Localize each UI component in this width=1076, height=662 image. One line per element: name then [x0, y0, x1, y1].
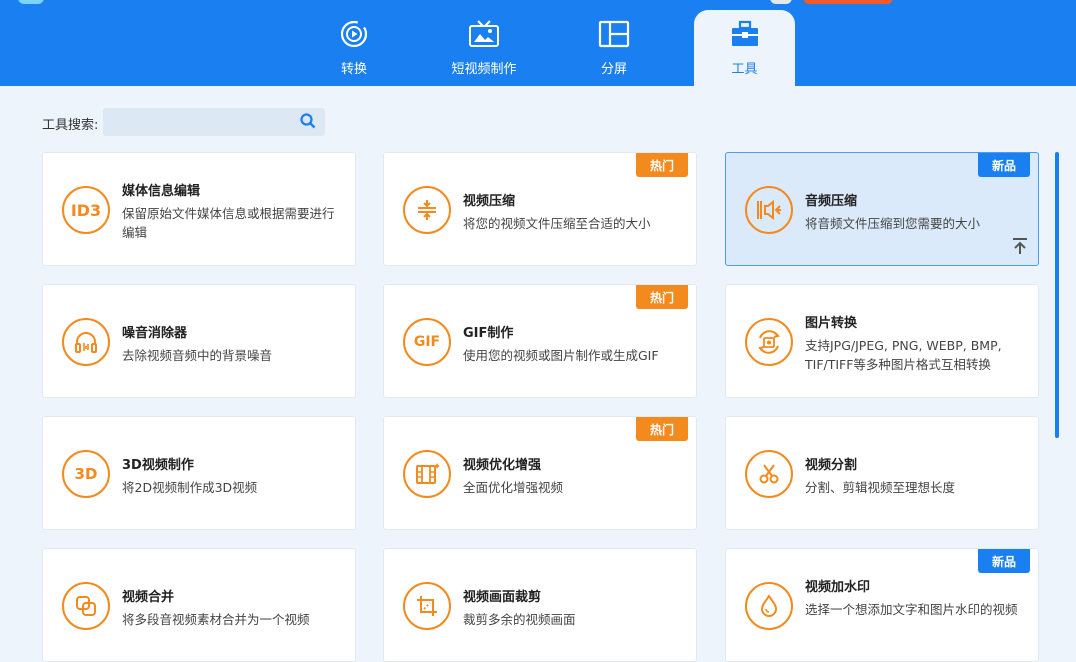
tool-description: 将多段音视频素材合并为一个视频: [122, 612, 310, 627]
tool-title: 噪音消除器: [122, 326, 188, 341]
tool-title: 音频压缩: [805, 194, 858, 209]
crop-icon: [403, 582, 451, 630]
tool-description: 将您的视频文件压缩至合适的大小: [463, 216, 651, 231]
image-convert-icon: [745, 318, 793, 366]
tool-title: 视频画面裁剪: [463, 590, 542, 605]
scrollbar[interactable]: [1055, 152, 1059, 438]
watermark-drop-icon: [745, 582, 793, 630]
tool-card-video-watermark[interactable]: 新品 视频加水印 选择一个想添加文字和图片水印的视频: [725, 548, 1039, 662]
tool-card-video-split[interactable]: 视频分割 分割、剪辑视频至理想长度: [725, 416, 1039, 530]
tool-title: 视频分割: [805, 458, 858, 473]
search-icon[interactable]: [299, 112, 317, 130]
tab-convert-label: 转换: [340, 62, 367, 77]
tool-title: 图片转换: [805, 316, 858, 331]
new-badge: 新品: [978, 549, 1030, 573]
tool-title: 媒体信息编辑: [122, 184, 201, 199]
tool-card-video-merge[interactable]: 视频合并 将多段音视频素材合并为一个视频: [42, 548, 356, 662]
merge-icon: [62, 582, 110, 630]
id3-icon: ID3: [62, 186, 110, 234]
tab-short-video-label: 短视频制作: [451, 62, 517, 77]
tool-description: 裁剪多余的视频画面: [463, 612, 576, 627]
hot-badge: 热门: [636, 285, 688, 309]
tab-short-video[interactable]: 短视频制作: [440, 10, 528, 86]
tool-title: 视频合并: [122, 590, 175, 605]
tab-split-screen[interactable]: 分屏: [574, 10, 654, 86]
tool-title: 3D视频制作: [122, 458, 194, 473]
tool-description: 使用您的视频或图片制作或生成GIF: [463, 348, 659, 363]
tab-split-screen-label: 分屏: [600, 62, 627, 77]
tool-card-noise-remover[interactable]: 噪音消除器 去除视频音频中的背景噪音: [42, 284, 356, 398]
tool-description: 将2D视频制作成3D视频: [122, 480, 258, 495]
tool-card-video-compress[interactable]: 热门 视频压缩 将您的视频文件压缩至合适的大小: [383, 152, 697, 266]
tool-card-image-convert[interactable]: 图片转换 支持JPG/JPEG, PNG, WEBP, BMP, TIF/TIF…: [725, 284, 1039, 398]
audio-compress-icon: [745, 186, 793, 234]
tool-title: 视频压缩: [463, 194, 516, 209]
app-logo: [18, 0, 44, 4]
tool-card-video-enhance[interactable]: 热门 视频优化增强 全面优化增强视频: [383, 416, 697, 530]
tool-title: 视频优化增强: [463, 458, 542, 473]
split-screen-icon: [598, 18, 630, 50]
tool-description: 将音频文件压缩到您需要的大小: [805, 216, 981, 231]
top-bar: [0, 0, 1076, 86]
tool-card-3d-video[interactable]: 3D 3D视频制作 将2D视频制作成3D视频: [42, 416, 356, 530]
tool-card-gif-maker[interactable]: 热门 GIF GIF制作 使用您的视频或图片制作或生成GIF: [383, 284, 697, 398]
film-enhance-icon: [403, 450, 451, 498]
tab-tools-label: 工具: [731, 62, 758, 77]
scroll-to-top-icon[interactable]: [1012, 237, 1028, 255]
tool-card-video-crop[interactable]: 视频画面裁剪 裁剪多余的视频画面: [383, 548, 697, 662]
search-input[interactable]: [103, 108, 325, 136]
tool-description: 支持JPG/JPEG, PNG, WEBP, BMP, TIF/TIFF等多种图…: [805, 338, 1002, 372]
convert-icon: [338, 18, 370, 50]
header-promo-button[interactable]: [803, 0, 893, 4]
tool-description: 去除视频音频中的背景噪音: [122, 348, 273, 363]
tool-description: 选择一个想添加文字和图片水印的视频: [805, 602, 1018, 617]
header-avatar[interactable]: [770, 0, 792, 4]
tool-description: 分割、剪辑视频至理想长度: [805, 480, 956, 495]
tool-card-media-info[interactable]: ID3 媒体信息编辑 保留原始文件媒体信息或根据需要进行编辑: [42, 152, 356, 266]
tool-title: 视频加水印: [805, 580, 871, 595]
headphone-icon: [62, 318, 110, 366]
hot-badge: 热门: [636, 153, 688, 177]
scissors-icon: [745, 450, 793, 498]
tool-title: GIF制作: [463, 326, 514, 341]
tool-description: 保留原始文件媒体信息或根据需要进行编辑: [122, 206, 335, 240]
tab-tools[interactable]: 工具: [694, 10, 795, 86]
toolbox-icon: [729, 18, 761, 50]
tv-image-icon: [468, 18, 500, 50]
gif-icon: GIF: [403, 318, 451, 366]
tab-convert[interactable]: 转换: [314, 10, 394, 86]
tool-description: 全面优化增强视频: [463, 480, 564, 495]
new-badge: 新品: [978, 153, 1030, 177]
hot-badge: 热门: [636, 417, 688, 441]
search-label: 工具搜索:: [42, 118, 99, 133]
compress-icon: [403, 186, 451, 234]
3d-icon: 3D: [62, 450, 110, 498]
tool-card-audio-compress[interactable]: 新品 音频压缩 将音频文件压缩到您需要的大小: [725, 152, 1039, 266]
